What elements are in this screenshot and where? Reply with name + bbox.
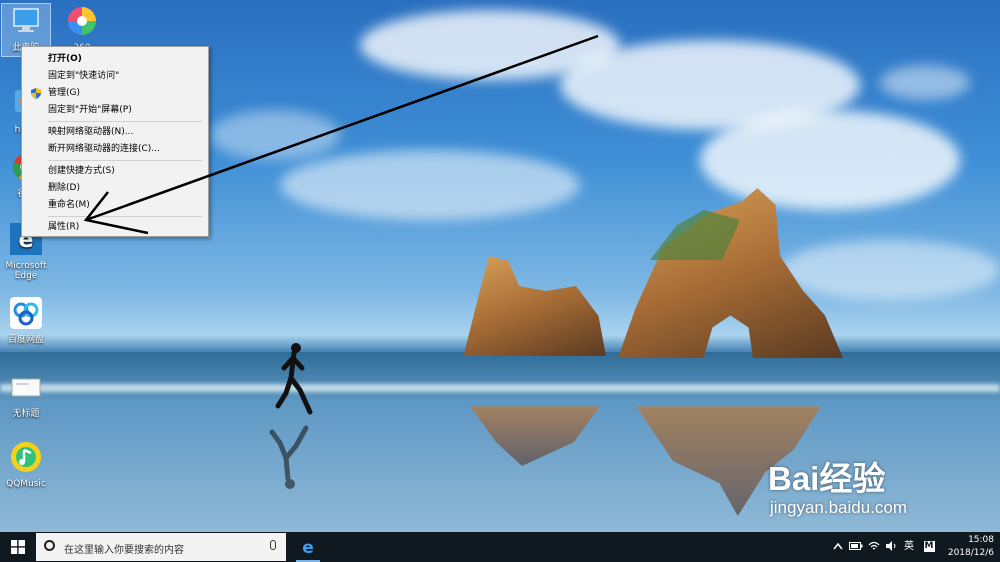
- desktop-icon-qqmusic[interactable]: QQMusic: [2, 440, 50, 490]
- cloud: [780, 240, 1000, 300]
- taskbar-search-box[interactable]: 在这里输入你要搜索的内容: [36, 533, 286, 561]
- menu-separator: [48, 216, 202, 217]
- speaker-icon: [886, 541, 896, 551]
- cloud: [280, 150, 580, 220]
- cloud-disk-icon: [10, 297, 42, 329]
- start-button[interactable]: [0, 532, 36, 562]
- menu-item-pin-start[interactable]: 固定到"开始"屏幕(P): [22, 102, 208, 119]
- sea-horizon: [0, 352, 1000, 400]
- show-hidden-icons-button[interactable]: [832, 532, 844, 562]
- windows-logo-icon: [11, 540, 25, 554]
- watermark-brand: Bai经验: [768, 460, 886, 497]
- uac-shield-icon: [31, 88, 41, 99]
- cloud: [210, 110, 340, 160]
- desktop-icon-label: 无标题: [12, 409, 40, 419]
- input-mode-label: M: [923, 540, 935, 552]
- desktop-icon-label: Microsoft Edge: [5, 261, 47, 281]
- menu-item-disconnect-network-drive[interactable]: 断开网络驱动器的连接(C)...: [22, 141, 208, 158]
- menu-item-open[interactable]: 打开(O): [22, 51, 208, 68]
- menu-item-rename[interactable]: 重命名(M): [22, 197, 208, 214]
- battery-tray[interactable]: [848, 532, 864, 562]
- search-placeholder: 在这里输入你要搜索的内容: [64, 545, 184, 556]
- watermark-url: jingyan.baidu.com: [770, 498, 908, 517]
- menu-item-create-shortcut[interactable]: 创建快捷方式(S): [22, 163, 208, 180]
- clock-time: 15:08: [968, 535, 994, 545]
- desktop-icon-360[interactable]: 360: [58, 4, 106, 53]
- network-tray[interactable]: [866, 532, 882, 562]
- cloud: [880, 65, 970, 100]
- small-rock: [463, 256, 606, 356]
- music-icon: [11, 442, 41, 472]
- desktop-icon-untitled-file[interactable]: 无标题: [2, 370, 50, 419]
- desktop-icon-baidu-netdisk[interactable]: 百度网盘: [2, 296, 50, 346]
- svg-text:e: e: [302, 538, 314, 556]
- desktop-icon-label: 百度网盘: [7, 335, 44, 345]
- microphone-icon[interactable]: [270, 540, 276, 550]
- desktop-icon-label: QQMusic: [6, 479, 46, 489]
- baidu-jingyan-watermark: Bai经验 jingyan.baidu.com: [768, 452, 958, 518]
- taskbar-clock[interactable]: 15:08 2018/12/6: [934, 534, 994, 560]
- taskbar: 在这里输入你要搜索的内容 e 英 M 15:08 2018/12/6: [0, 532, 1000, 562]
- menu-separator: [48, 160, 202, 161]
- chevron-up-icon: [833, 542, 843, 550]
- menu-item-manage[interactable]: 管理(G): [22, 85, 208, 102]
- context-menu: 打开(O) 固定到"快速访问" 管理(G) 固定到"开始"屏幕(P) 映射网络驱…: [21, 46, 209, 237]
- battery-icon: [849, 542, 863, 550]
- volume-tray[interactable]: [884, 532, 900, 562]
- surf-line: [0, 384, 1000, 392]
- menu-item-properties[interactable]: 属性(R): [22, 219, 208, 236]
- rock-reflection: [470, 406, 600, 466]
- cloud: [700, 110, 960, 210]
- edge-icon: e: [302, 538, 314, 556]
- computer-icon: [13, 8, 39, 32]
- color-wheel-icon: [68, 7, 96, 35]
- runner-silhouette: [269, 343, 313, 489]
- menu-item-map-network-drive[interactable]: 映射网络驱动器(N)...: [22, 124, 208, 141]
- menu-separator: [48, 121, 202, 122]
- desktop-wallpaper[interactable]: 此电脑 360 ho10 谷歌 e Microsof: [0, 0, 1000, 532]
- menu-item-pin-quick-access[interactable]: 固定到"快速访问": [22, 68, 208, 85]
- clock-date: 2018/12/6: [947, 548, 994, 558]
- cortana-circle-icon: [44, 540, 55, 551]
- menu-item-delete[interactable]: 删除(D): [22, 180, 208, 197]
- taskbar-edge-button[interactable]: e: [292, 532, 324, 562]
- document-icon: [11, 378, 41, 397]
- input-language-indicator[interactable]: 英: [902, 532, 916, 562]
- menu-item-manage-label: 管理(G): [48, 88, 80, 98]
- wifi-icon: [868, 541, 880, 550]
